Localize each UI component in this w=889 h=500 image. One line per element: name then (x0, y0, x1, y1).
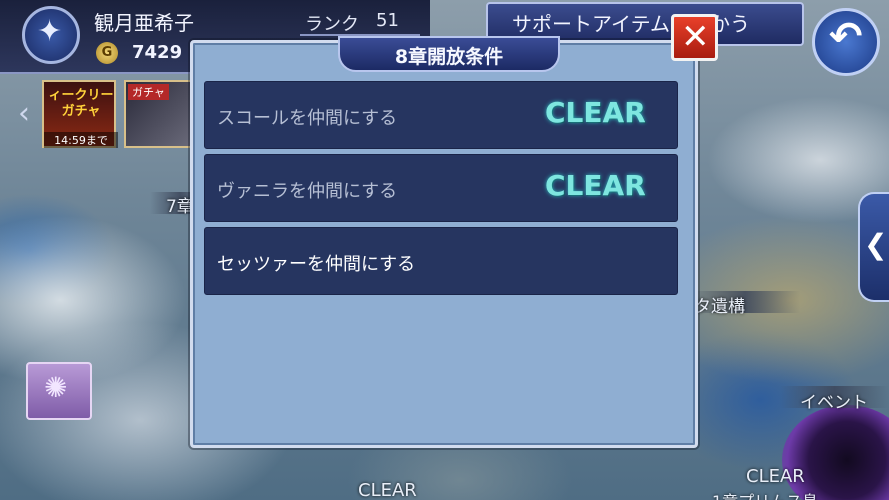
back-button[interactable]: ↶ (812, 8, 880, 76)
condition-text: セッツァーを仲間にする (217, 254, 416, 275)
gil-coin-icon: G (96, 42, 118, 64)
condition-clear-badge: CLEAR (545, 169, 646, 202)
condition-row: セッツァーを仲間にする (204, 227, 678, 295)
rank-value: 51 (376, 10, 399, 31)
player-name: 観月亜希子 (94, 11, 194, 35)
modal-title: 8章開放条件 (394, 46, 504, 68)
modal-title-plate: 8章開放条件 (338, 36, 560, 72)
player-emblem[interactable]: ✦ (22, 6, 80, 64)
weekly-gacha-banner[interactable]: ィークリーガチャ 14:59まで (42, 80, 118, 148)
condition-clear-badge: CLEAR (545, 96, 646, 129)
crystal-emblem-icon: ✦ (37, 14, 63, 49)
side-panel-toggle[interactable]: ❮ (858, 192, 889, 302)
condition-row: スコールを仲間にする CLEAR (204, 81, 678, 149)
map-clear-badge-right: CLEAR (746, 466, 805, 487)
chevron-left-icon: ❮ (864, 228, 888, 261)
close-icon: ✕ (681, 17, 710, 57)
tower-sigil-icon: ✺ (44, 371, 68, 404)
weekly-gacha-timer: 14:59まで (44, 132, 118, 148)
back-arrow-icon: ↶ (829, 14, 863, 60)
banner-scroll-left-icon[interactable]: ‹ (18, 92, 40, 136)
map-label-event[interactable]: イベント (800, 388, 868, 413)
rank-label: ランク (305, 14, 359, 35)
gacha-banner-label: ガチャ (128, 84, 169, 100)
map-clear-badge-bottom: CLEAR (358, 480, 417, 500)
map-label-ruins[interactable]: タ遺構 (694, 292, 745, 317)
condition-row: ヴァニラを仲間にする CLEAR (204, 154, 678, 222)
map-label-chapter1[interactable]: 1章プリムス島 (712, 488, 818, 500)
close-button[interactable]: ✕ (671, 14, 718, 61)
weekly-gacha-title: ィークリーガチャ (48, 88, 114, 119)
gacha-banner[interactable]: ガチャ (124, 80, 194, 148)
condition-text: スコールを仲間にする (217, 108, 398, 129)
condition-text: ヴァニラを仲間にする (217, 181, 398, 202)
map-tower-node[interactable]: ✺ (26, 362, 92, 420)
gil-amount: 7429 (132, 42, 183, 63)
